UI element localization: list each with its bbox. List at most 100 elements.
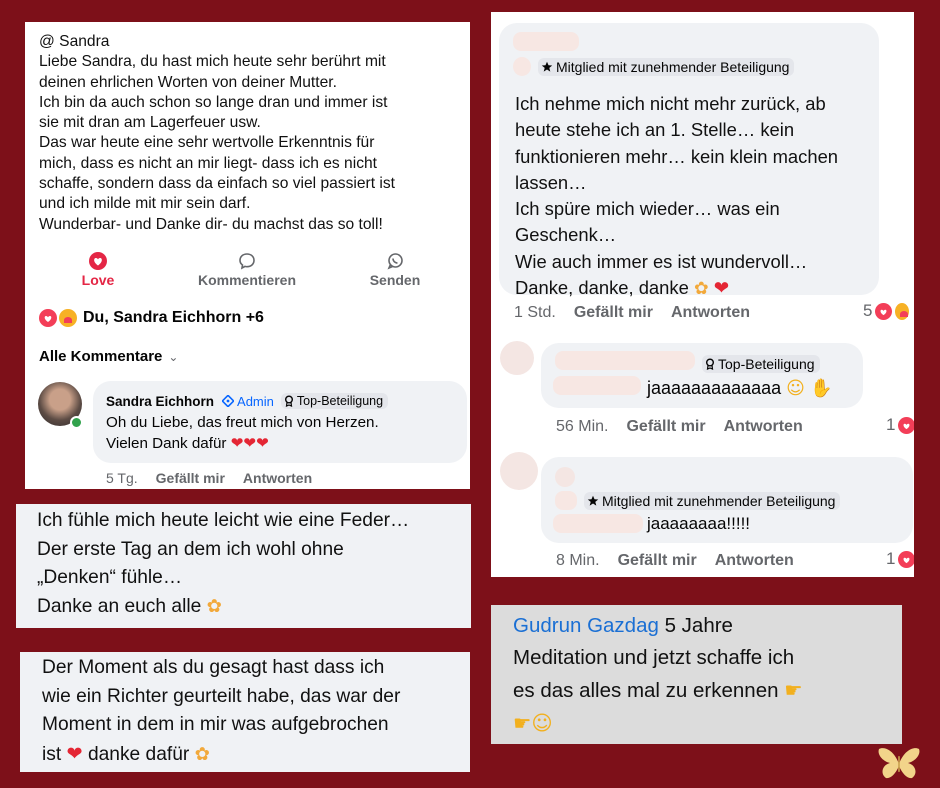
redacted-name xyxy=(513,32,579,51)
quote-line: Ich fühle mich heute leicht wie eine Fed… xyxy=(37,510,410,531)
comment-meta: 5 Tg. Gefällt mir Antworten xyxy=(106,470,312,486)
reply-button[interactable]: Antworten xyxy=(715,552,794,569)
quote-line-first: Gudrun Gazdag 5 Jahre xyxy=(513,610,803,642)
love-reaction-icon xyxy=(898,550,914,568)
comment-line-text: Danke, danke, danke xyxy=(515,277,689,299)
reaction-count[interactable]: 1 xyxy=(886,415,914,435)
quote-text: Ich fühle mich heute leicht wie eine Fed… xyxy=(37,507,409,621)
love-label: Love xyxy=(81,272,115,288)
like-button[interactable]: Gefällt mir xyxy=(626,418,705,435)
post-line: deinen ehrlichen Worten von deiner Mutte… xyxy=(39,73,337,91)
star-icon xyxy=(541,61,553,72)
comment-meta: 56 Min. Gefällt mir Antworten xyxy=(556,418,803,436)
comment-author[interactable]: Sandra Eichhorn xyxy=(106,394,214,409)
all-comments-filter[interactable]: Alle Kommentare ⌄ xyxy=(39,348,178,365)
reply-button[interactable]: Antworten xyxy=(724,418,803,435)
comment-button[interactable]: Kommentieren xyxy=(187,252,307,288)
heart-emoji-icon: ❤ xyxy=(66,741,83,765)
redacted-name xyxy=(553,376,641,395)
post-text: @ Sandra Liebe Sandra, du hast mich heut… xyxy=(39,32,464,235)
heart-emoji-icon: ❤❤❤ xyxy=(230,434,269,452)
quote-card-feather: Ich fühle mich heute leicht wie eine Fed… xyxy=(16,504,471,628)
quote-text: Der Moment als du gesagt hast dass ich w… xyxy=(42,654,400,769)
comment-meta: 8 Min. Gefällt mir Antworten xyxy=(556,552,794,570)
comment-line-text: jaaaaaaaaaaaaa xyxy=(647,378,782,398)
admin-shield-icon xyxy=(222,395,235,407)
care-reaction-icon xyxy=(59,309,77,327)
online-indicator xyxy=(70,416,83,429)
comment-meta: 1 Std. Gefällt mir Antworten xyxy=(514,304,750,322)
comments-card: Mitglied mit zunehmender Beteiligung Ich… xyxy=(491,12,914,577)
quote-line-text: 5 Jahre xyxy=(664,614,733,637)
quote-card-gudrun: Gudrun Gazdag 5 Jahre Meditation und jet… xyxy=(491,605,902,744)
reply-button[interactable]: Antworten xyxy=(671,304,750,321)
redacted-avatar xyxy=(555,467,575,487)
comment-text: jaaaaaaaa!!!!! xyxy=(647,514,751,533)
whatsapp-icon xyxy=(360,252,430,270)
love-button[interactable]: Love xyxy=(72,252,124,288)
comment-line: funktionieren mehr… kein klein machen xyxy=(515,145,839,167)
quote-line-text-2: danke dafür xyxy=(87,743,190,765)
admin-text: Admin xyxy=(237,393,274,409)
post-line: mich, dass es nicht an mir liegt- dass i… xyxy=(39,154,377,172)
reaction-summary[interactable]: Du, Sandra Eichhorn +6 xyxy=(39,309,264,327)
badge-text: Top-Beteiligung xyxy=(718,356,815,372)
quote-emoji-line: ☛☺ xyxy=(513,707,803,740)
post-line: sie mit dran am Lagerfeuer usw. xyxy=(39,114,261,132)
comment-line: Geschenk… xyxy=(515,224,617,246)
care-reaction-icon xyxy=(895,302,910,320)
heart-icon xyxy=(72,252,124,270)
reply-button[interactable]: Antworten xyxy=(243,470,312,486)
comment-icon xyxy=(187,252,307,270)
comment-line: Oh du Liebe, das freut mich von Herzen. xyxy=(106,414,379,431)
reaction-count[interactable]: 1 xyxy=(886,549,914,569)
clapping-emoji-icon: ✋ xyxy=(809,378,833,399)
author-link[interactable]: Gudrun Gazdag xyxy=(513,614,659,637)
badge-text: Top-Beteiligung xyxy=(296,394,384,408)
heart-hands-emoji-icon: ✿ xyxy=(206,595,222,617)
member-badge: Mitglied mit zunehmender Beteiligung xyxy=(538,57,795,76)
comment-line-2: Vielen Dank dafür ❤❤❤ xyxy=(106,433,379,454)
quote-line: Der Moment als du gesagt hast dass ich xyxy=(42,657,385,678)
heart-hands-emoji-icon: ✿ xyxy=(194,743,210,765)
member-badge: Mitglied mit zunehmender Beteiligung xyxy=(584,491,841,510)
redacted-name xyxy=(555,351,695,370)
comment-text: Oh du Liebe, das freut mich von Herzen. … xyxy=(106,413,379,454)
comment-time: 5 Tg. xyxy=(106,470,138,486)
quote-line: Moment in dem in mir was aufgebrochen xyxy=(42,714,389,735)
reaction-count[interactable]: 5 xyxy=(863,301,910,321)
avatar[interactable] xyxy=(500,341,534,375)
quote-line-text: es das alles mal zu erkennen xyxy=(513,679,779,702)
like-button[interactable]: Gefällt mir xyxy=(156,470,225,486)
grinning-emoji-icon: ☺ xyxy=(786,378,805,399)
eye-roll-emoji-icon: ☺ xyxy=(531,711,553,735)
reaction-count-number: 1 xyxy=(886,549,896,568)
send-button[interactable]: Senden xyxy=(360,252,430,288)
comment-bubble: Mitglied mit zunehmender Beteiligung Ich… xyxy=(499,23,879,299)
comment-time: 56 Min. xyxy=(556,418,609,435)
comment-line-last: Danke, danke, danke ✿ ❤ xyxy=(515,275,838,302)
comment-time: 1 Std. xyxy=(514,304,556,321)
comment-time: 8 Min. xyxy=(556,552,600,569)
reaction-count-number: 5 xyxy=(863,301,873,320)
quote-text: Gudrun Gazdag 5 Jahre Meditation und jet… xyxy=(513,610,803,740)
like-button[interactable]: Gefällt mir xyxy=(574,304,653,321)
like-button[interactable]: Gefällt mir xyxy=(618,552,697,569)
top-contributor-badge: Top-Beteiligung xyxy=(702,355,820,373)
quote-card-judge: Der Moment als du gesagt hast dass ich w… xyxy=(20,652,470,772)
heart-emoji-icon: ❤ xyxy=(713,278,730,300)
comment-header: Mitglied mit zunehmender Beteiligung xyxy=(513,57,795,76)
comment-line: heute stehe ich an 1. Stelle… kein xyxy=(515,119,795,141)
comment-line: lassen… xyxy=(515,171,587,193)
redacted-name xyxy=(555,491,577,510)
quote-line-last: ist ❤ danke dafür ✿ xyxy=(42,740,400,770)
post-card: @ Sandra Liebe Sandra, du hast mich heut… xyxy=(25,22,470,489)
avatar[interactable] xyxy=(500,452,538,490)
admin-label: Admin xyxy=(222,394,274,409)
post-line: Das war heute eine sehr wertvolle Erkenn… xyxy=(39,134,375,152)
post-actions: Love Kommentieren Senden xyxy=(25,252,470,292)
send-label: Senden xyxy=(369,272,421,288)
comment-line: Ich spüre mich wieder… was ein xyxy=(515,198,780,220)
reaction-count-number: 1 xyxy=(886,415,896,434)
all-comments-label: Alle Kommentare xyxy=(39,348,163,365)
